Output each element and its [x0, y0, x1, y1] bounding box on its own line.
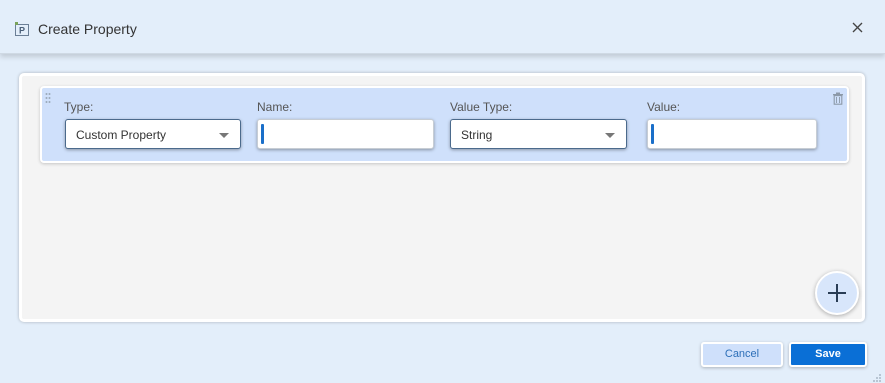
text-cursor	[261, 124, 264, 144]
trash-icon[interactable]	[832, 92, 844, 105]
type-label: Type:	[64, 100, 94, 114]
name-label: Name:	[257, 100, 293, 114]
text-cursor	[651, 124, 654, 144]
type-select[interactable]: Custom Property	[65, 119, 241, 149]
value-type-select-value: String	[461, 128, 493, 142]
chevron-down-icon	[605, 133, 615, 138]
property-p-icon: P	[14, 21, 30, 37]
property-row: Type: Custom Property Name: Value Type: …	[40, 86, 849, 163]
dialog-title-bar: P Create Property	[0, 0, 885, 54]
resize-grip-icon[interactable]	[872, 370, 882, 382]
value-input[interactable]	[647, 119, 817, 149]
close-icon[interactable]	[850, 20, 865, 35]
value-type-select[interactable]: String	[450, 119, 627, 149]
name-input[interactable]	[257, 119, 434, 149]
type-select-value: Custom Property	[76, 128, 167, 142]
dialog-title: Create Property	[38, 21, 137, 37]
add-property-button[interactable]	[815, 271, 859, 315]
properties-panel: Type: Custom Property Name: Value Type: …	[19, 73, 865, 322]
save-button[interactable]: Save	[789, 342, 867, 367]
value-label: Value:	[647, 100, 681, 114]
value-type-label: Value Type:	[450, 100, 513, 114]
drag-handle-icon[interactable]	[45, 92, 51, 106]
cancel-button[interactable]: Cancel	[701, 342, 783, 367]
chevron-down-icon	[219, 133, 229, 138]
svg-text:P: P	[19, 26, 25, 36]
